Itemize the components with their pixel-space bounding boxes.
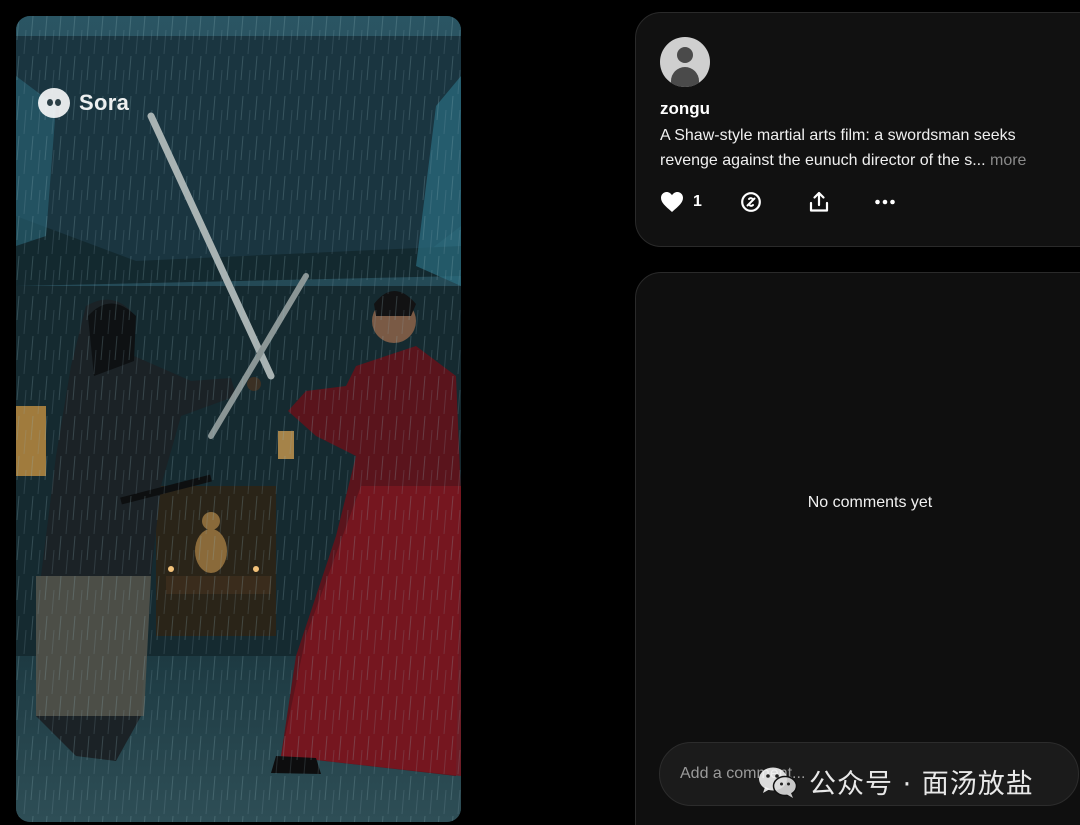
wechat-icon [759, 767, 798, 798]
no-comments-text: No comments yet [807, 494, 933, 511]
heart-icon [661, 192, 683, 212]
avatar[interactable] [660, 37, 710, 87]
share-button[interactable] [808, 191, 874, 213]
share-icon [809, 191, 829, 212]
action-bar: 1 [660, 189, 896, 215]
like-count: 1 [693, 193, 702, 210]
wechat-watermark: 公众号 · 面汤放盐 [757, 762, 1034, 801]
caption-text: A Shaw-style martial arts film: a swords… [660, 127, 1016, 169]
remix-button[interactable] [740, 191, 808, 213]
video-player[interactable]: Sora [16, 16, 461, 822]
more-options-button[interactable] [874, 191, 896, 213]
caption-more-link[interactable]: more [990, 152, 1026, 169]
app-root: Sora zongu A Shaw-style martial arts fil… [0, 0, 1080, 825]
username[interactable]: zongu [660, 99, 710, 119]
video-frame [16, 16, 461, 822]
comments-panel: No comments yet [635, 272, 1080, 825]
remix-icon [741, 192, 761, 212]
more-icon [875, 199, 895, 205]
sora-logo-icon [38, 88, 70, 118]
sora-watermark-text: Sora [79, 90, 130, 115]
sora-watermark: Sora [38, 88, 129, 118]
avatar-head-shape [677, 47, 693, 63]
like-button[interactable]: 1 [660, 191, 740, 213]
post-info-card: zongu A Shaw-style martial arts film: a … [635, 12, 1080, 247]
avatar-body-shape [671, 67, 699, 87]
wechat-watermark-text: 公众号 · 面汤放盐 [809, 769, 1034, 800]
post-caption: A Shaw-style martial arts film: a swords… [660, 123, 1075, 173]
